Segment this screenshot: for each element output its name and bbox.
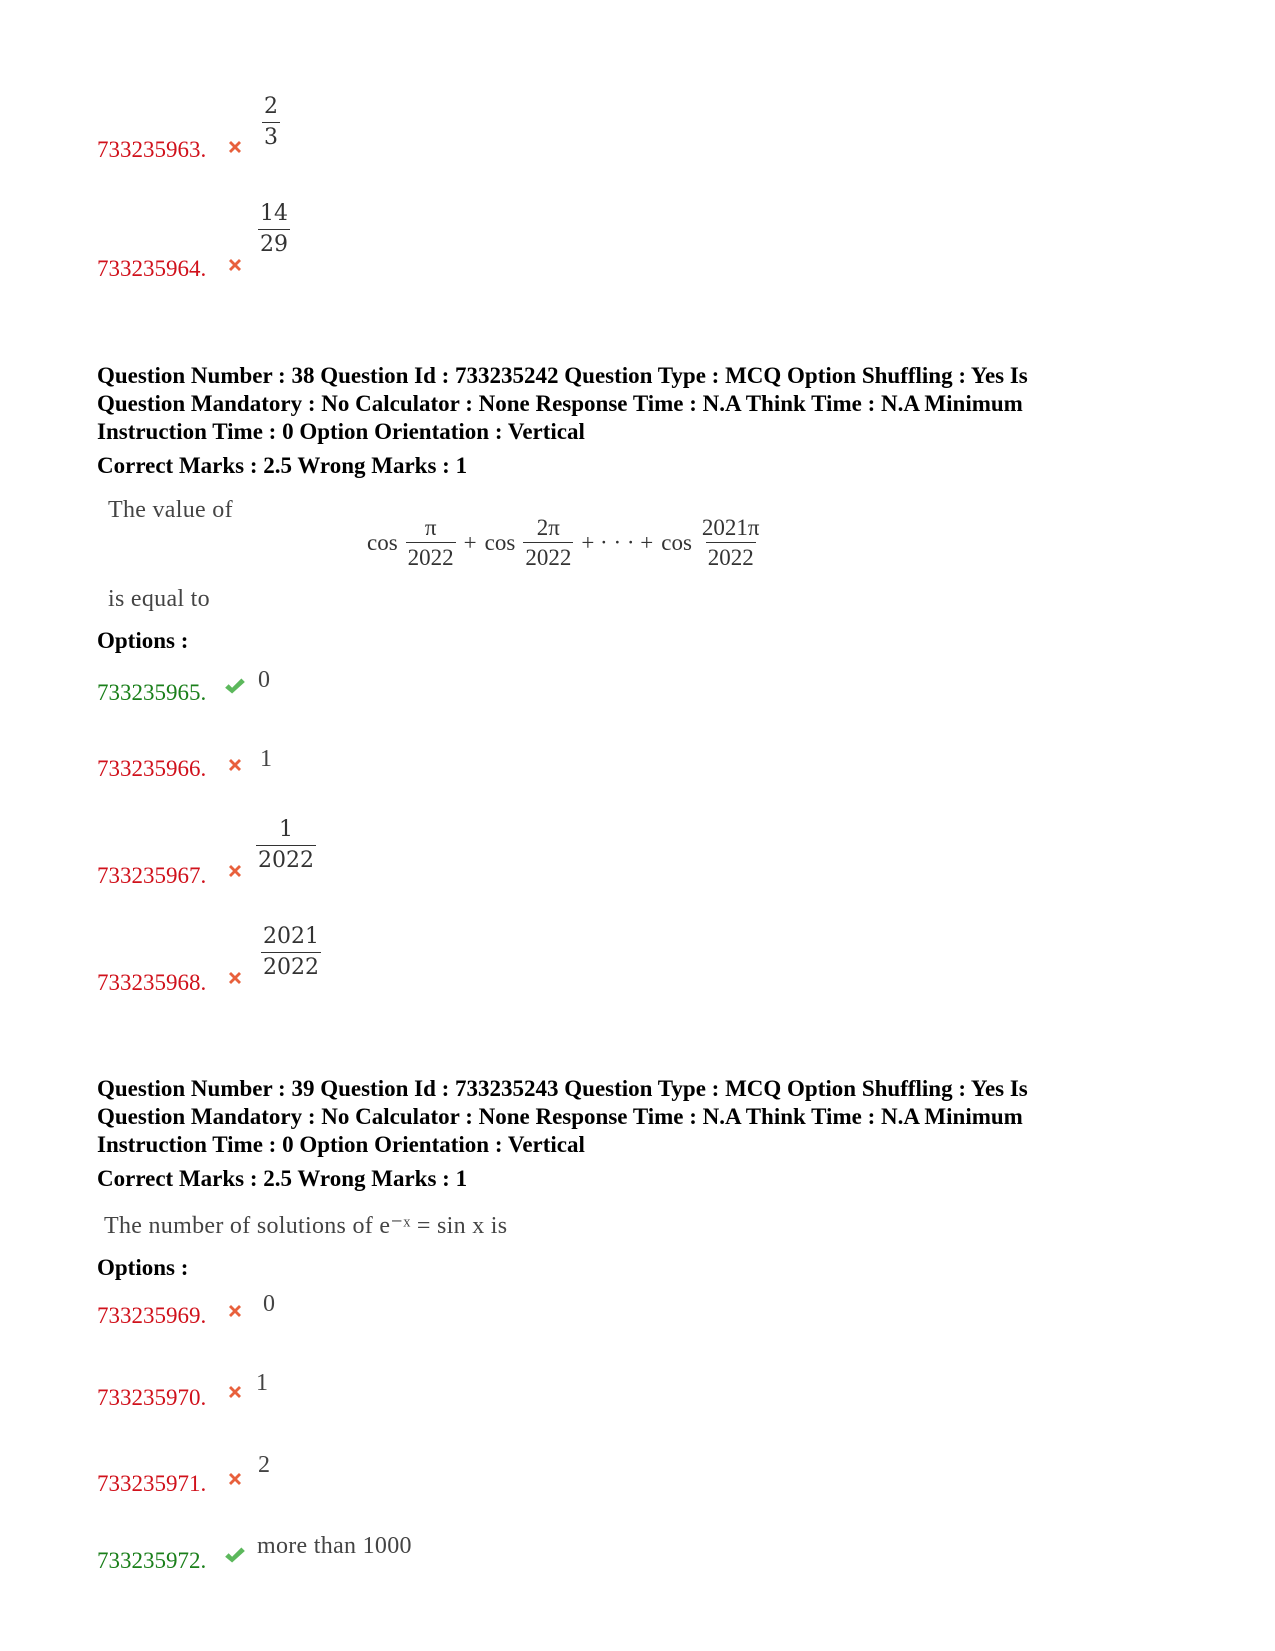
- option-id: 733235966.: [97, 756, 207, 781]
- option-value: 0: [263, 1291, 276, 1317]
- options-label: Options :: [97, 628, 189, 653]
- option-value: 1: [260, 746, 273, 772]
- option-id: 733235967.: [97, 863, 207, 888]
- question-marks: Correct Marks : 2.5 Wrong Marks : 1: [97, 1166, 468, 1191]
- meta-line: Question Mandatory : No Calculator : Non…: [97, 391, 1023, 416]
- numerator: 2021π: [701, 515, 760, 540]
- option-value: more than 1000: [257, 1533, 412, 1559]
- option-id: 733235971.: [97, 1471, 207, 1496]
- option-fraction: 2021 2022: [261, 926, 321, 979]
- option-fraction: 14 29: [258, 203, 290, 256]
- option-id: 733235965.: [97, 680, 207, 705]
- option-value: 2: [258, 1452, 271, 1478]
- option-value: 0: [258, 667, 271, 693]
- option-id: 733235972.: [97, 1548, 207, 1573]
- cos-function: cos: [367, 529, 398, 555]
- option-fraction: 1 2022: [256, 819, 316, 872]
- question-formula: cos π 2022 + cos 2π 2022 + · · · + cos 2…: [367, 516, 762, 569]
- denominator: 2022: [523, 542, 574, 569]
- numerator: π: [424, 515, 437, 540]
- option-id: 733235963.: [97, 137, 207, 162]
- cos-function: cos: [484, 529, 516, 555]
- meta-line: Question Number : 38 Question Id : 73323…: [97, 363, 1028, 388]
- denominator: 3: [262, 122, 280, 149]
- formula-fraction: π 2022: [405, 515, 456, 569]
- option-id: 733235964.: [97, 256, 207, 281]
- meta-line: Question Mandatory : No Calculator : Non…: [97, 1104, 1023, 1129]
- check-icon: [225, 678, 245, 694]
- option-value: 1: [256, 1370, 269, 1396]
- numerator: 14: [260, 201, 288, 226]
- cross-icon: [229, 1386, 241, 1398]
- cross-icon: [229, 759, 241, 771]
- question-marks: Correct Marks : 2.5 Wrong Marks : 1: [97, 453, 468, 478]
- cross-icon: [229, 865, 241, 877]
- cos-function: cos: [661, 529, 692, 555]
- check-icon: [225, 1547, 245, 1563]
- plus-operator: +: [463, 529, 477, 555]
- cross-icon: [229, 972, 241, 984]
- formula-fraction: 2021π 2022: [700, 516, 762, 569]
- numerator: 2021: [263, 924, 319, 949]
- denominator: 2022: [261, 952, 321, 979]
- option-fraction: 2 3: [262, 96, 280, 149]
- denominator: 2022: [405, 542, 456, 569]
- denominator: 2022: [256, 845, 316, 872]
- ellipsis-operator: + · · · +: [581, 529, 654, 555]
- cross-icon: [229, 1473, 241, 1485]
- formula-fraction: 2π 2022: [523, 515, 574, 569]
- cross-icon: [229, 259, 241, 271]
- question-text: The number of solutions of e⁻ˣ = sin x i…: [104, 1213, 508, 1239]
- numerator: 2π: [536, 515, 560, 540]
- option-id: 733235968.: [97, 970, 207, 995]
- question-meta: Question Number : 39 Question Id : 73323…: [97, 1075, 1028, 1159]
- question-meta: Question Number : 38 Question Id : 73323…: [97, 362, 1028, 446]
- meta-line: Instruction Time : 0 Option Orientation …: [97, 419, 585, 444]
- denominator: 29: [258, 229, 290, 256]
- question-text-continued: is equal to: [108, 586, 210, 612]
- numerator: 2: [264, 94, 278, 119]
- meta-line: Question Number : 39 Question Id : 73323…: [97, 1076, 1028, 1101]
- meta-line: Instruction Time : 0 Option Orientation …: [97, 1132, 585, 1157]
- option-id: 733235970.: [97, 1385, 207, 1410]
- cross-icon: [229, 141, 241, 153]
- question-text: The value of: [108, 497, 233, 523]
- cross-icon: [229, 1305, 241, 1317]
- option-id: 733235969.: [97, 1303, 207, 1328]
- numerator: 1: [279, 817, 293, 842]
- denominator: 2022: [705, 542, 756, 569]
- options-label: Options :: [97, 1255, 189, 1280]
